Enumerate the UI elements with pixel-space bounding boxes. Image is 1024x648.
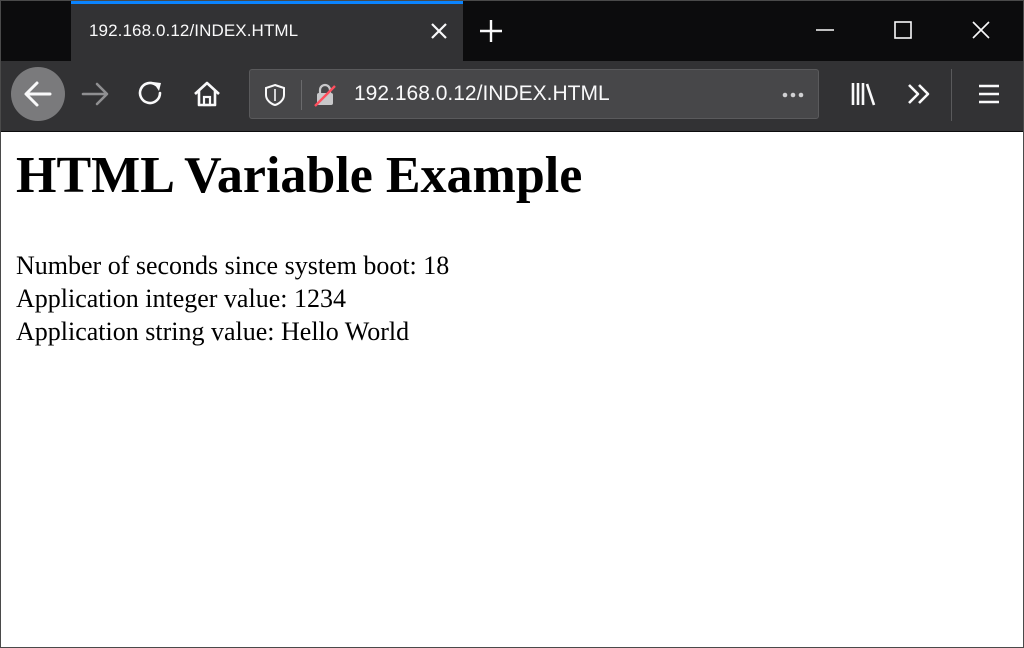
home-icon[interactable] <box>187 74 227 114</box>
maximize-icon[interactable] <box>889 16 917 44</box>
arrow-right-icon[interactable] <box>75 74 115 114</box>
page-content: HTML Variable Example Number of seconds … <box>1 132 1023 647</box>
minimize-icon[interactable] <box>811 16 839 44</box>
string-value-label: Application string value: <box>16 317 275 346</box>
tab-strip: 192.168.0.12/INDEX.HTML <box>1 1 1023 61</box>
arrow-left-icon[interactable] <box>11 67 65 121</box>
page-heading: HTML Variable Example <box>16 147 583 204</box>
library-icon[interactable] <box>843 74 883 114</box>
integer-value-label: Application integer value: <box>16 284 288 313</box>
integer-value: 1234 <box>293 284 346 313</box>
integer-value-line: Application integer value: 1234 <box>16 282 449 315</box>
variable-list: Number of seconds since system boot: 18 … <box>16 249 449 348</box>
toolbar-divider <box>951 69 952 121</box>
string-value: Hello World <box>281 317 410 346</box>
shield-icon[interactable] <box>262 82 288 108</box>
close-icon[interactable] <box>427 19 451 43</box>
url-bar[interactable]: 192.168.0.12/INDEX.HTML <box>249 69 819 119</box>
navigation-toolbar: 192.168.0.12/INDEX.HTML <box>1 61 1023 132</box>
string-value-line: Application string value: Hello World <box>16 315 449 348</box>
url-bar-divider <box>301 80 302 110</box>
tab-accent-line <box>71 1 463 4</box>
boot-seconds-label: Number of seconds since system boot: <box>16 251 417 280</box>
chevron-double-right-icon[interactable] <box>899 74 939 114</box>
url-text: 192.168.0.12/INDEX.HTML <box>354 82 610 105</box>
hamburger-menu-icon[interactable] <box>969 74 1009 114</box>
tab-title: 192.168.0.12/INDEX.HTML <box>89 21 299 40</box>
reload-icon[interactable] <box>131 74 171 114</box>
plus-icon[interactable] <box>477 17 505 45</box>
more-dots-icon[interactable] <box>778 80 808 110</box>
boot-seconds-line: Number of seconds since system boot: 18 <box>16 249 449 282</box>
browser-window: 192.168.0.12/INDEX.HTML 192.168.0.12/IND… <box>0 0 1024 648</box>
boot-seconds-value: 18 <box>423 251 450 280</box>
active-tab[interactable]: 192.168.0.12/INDEX.HTML <box>71 1 463 61</box>
insecure-lock-icon[interactable] <box>312 82 338 108</box>
close-window-icon[interactable] <box>967 16 995 44</box>
